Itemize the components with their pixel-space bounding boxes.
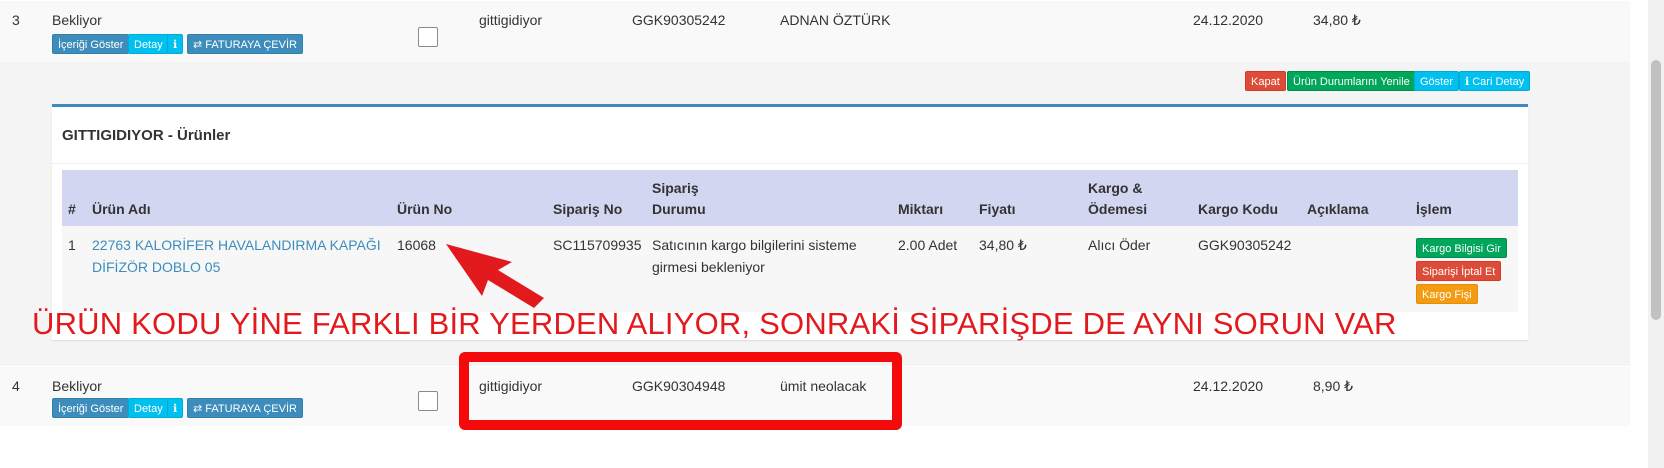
header-product-name: Ürün Adı bbox=[92, 201, 151, 217]
show-button[interactable]: Göster bbox=[1414, 71, 1460, 91]
header-action: İşlem bbox=[1416, 201, 1452, 217]
detail-button[interactable]: Detay bbox=[128, 34, 169, 54]
show-content-button[interactable]: İçeriği Göster bbox=[52, 398, 130, 418]
header-description: Açıklama bbox=[1307, 201, 1369, 217]
cargo-payment: Alıcı Öder bbox=[1088, 237, 1151, 253]
cargo-code: GGK90305242 bbox=[1198, 237, 1292, 253]
enter-cargo-button[interactable]: Kargo Bilgisi Gir bbox=[1416, 238, 1507, 258]
account-detail-button[interactable]: ℹ Cari Detay bbox=[1459, 71, 1531, 91]
order-index: 3 bbox=[12, 12, 20, 28]
annotation-highlight-box bbox=[459, 352, 902, 430]
order-status: Bekliyor bbox=[52, 12, 102, 28]
order-row-3: 3 Bekliyor İçeriği Göster Detay ℹ ⇄ FATU… bbox=[0, 0, 1630, 62]
vertical-scrollbar[interactable] bbox=[1648, 0, 1664, 468]
header-cargo-payment-1: Kargo & bbox=[1088, 180, 1143, 196]
show-content-button[interactable]: İçeriği Göster bbox=[52, 34, 130, 54]
order-date: 24.12.2020 bbox=[1193, 378, 1264, 394]
order-platform: gittigidiyor bbox=[479, 12, 543, 28]
header-cargo-code: Kargo Kodu bbox=[1198, 201, 1279, 217]
order-index: 4 bbox=[12, 378, 20, 394]
order-status-line-2: girmesi bekleniyor bbox=[652, 259, 765, 275]
header-product-no: Ürün No bbox=[397, 201, 453, 217]
row-no: 1 bbox=[68, 237, 76, 253]
quantity: 2.00 Adet bbox=[898, 237, 958, 253]
convert-to-invoice-button[interactable]: ⇄ FATURAYA ÇEVİR bbox=[187, 34, 303, 54]
refresh-status-button[interactable]: Ürün Durumlarını Yenile bbox=[1287, 71, 1416, 91]
order-customer: ADNAN ÖZTÜRK bbox=[780, 12, 891, 28]
order-no: SC115709935 bbox=[553, 237, 642, 253]
products-table: # Ürün Adı Ürün No Sipariş No Sipariş Du… bbox=[62, 170, 1518, 312]
header-no: # bbox=[68, 201, 76, 217]
order-checkbox[interactable] bbox=[418, 391, 438, 411]
header-cargo-payment-2: Ödemesi bbox=[1088, 201, 1148, 217]
close-button[interactable]: Kapat bbox=[1245, 71, 1286, 91]
box-divider bbox=[52, 163, 1528, 164]
annotation-text: ÜRÜN KODU YİNE FARKLI BİR YERDEN ALIYOR,… bbox=[32, 306, 1397, 341]
price: 34,80 ₺ bbox=[979, 237, 1027, 253]
order-status-line-1: Satıcının kargo bilgilerini sisteme bbox=[652, 237, 857, 253]
cargo-slip-button[interactable]: Kargo Fişi bbox=[1416, 284, 1478, 304]
order-amount: 8,90 ₺ bbox=[1313, 378, 1354, 394]
header-order-no: Sipariş No bbox=[553, 201, 623, 217]
product-name-link-line-1[interactable]: 22763 KALORİFER HAVALANDIRMA KAPAĞI bbox=[92, 235, 381, 256]
order-cargo-code: GGK90305242 bbox=[632, 12, 726, 28]
info-icon[interactable]: ℹ bbox=[167, 34, 184, 54]
scrollbar-thumb[interactable] bbox=[1651, 60, 1661, 320]
detail-button[interactable]: Detay bbox=[128, 398, 169, 418]
annotation-arrow-icon bbox=[446, 244, 544, 308]
header-price: Fiyatı bbox=[979, 201, 1016, 217]
header-quantity: Miktarı bbox=[898, 201, 944, 217]
table-row: 1 22763 KALORİFER HAVALANDIRMA KAPAĞI Dİ… bbox=[62, 226, 1518, 312]
convert-to-invoice-button[interactable]: ⇄ FATURAYA ÇEVİR bbox=[187, 398, 303, 418]
products-table-header: # Ürün Adı Ürün No Sipariş No Sipariş Du… bbox=[62, 170, 1518, 226]
order-amount: 34,80 ₺ bbox=[1313, 12, 1361, 28]
header-order-status-2: Durumu bbox=[652, 201, 706, 217]
order-date: 24.12.2020 bbox=[1193, 12, 1264, 28]
order-status: Bekliyor bbox=[52, 378, 102, 394]
product-no: 16068 bbox=[397, 237, 436, 253]
info-icon[interactable]: ℹ bbox=[167, 398, 184, 418]
cancel-order-button[interactable]: Siparişi İptal Et bbox=[1416, 261, 1502, 281]
product-name-link-line-2[interactable]: DİFİZÖR DOBLO 05 bbox=[92, 257, 220, 278]
products-box-title: GITTIGIDIYOR - Ürünler bbox=[62, 127, 231, 144]
order-checkbox[interactable] bbox=[418, 27, 438, 47]
header-order-status-1: Sipariş bbox=[652, 180, 699, 196]
